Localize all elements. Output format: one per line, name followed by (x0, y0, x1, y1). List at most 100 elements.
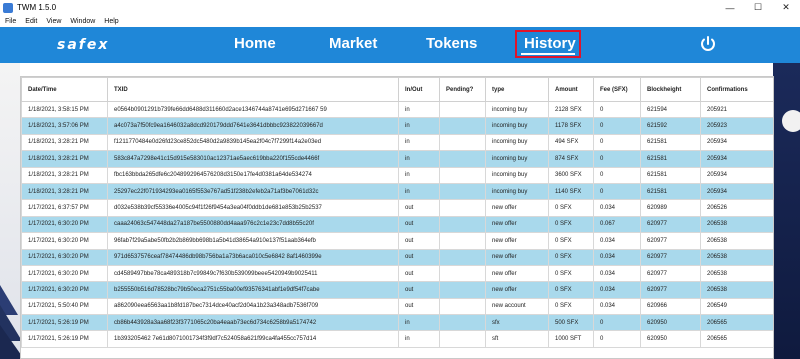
cell-blockheight: 621581 (640, 150, 701, 168)
table-row[interactable]: 1/18/2021, 3:58:15 PM e0564b0901291b739fe… (21, 100, 773, 119)
cell-pending (439, 281, 486, 299)
cell-blockheight: 621592 (640, 117, 701, 135)
cell-confirmations: 206565 (700, 314, 773, 332)
cell-date: 1/17/2021, 5:26:19 PM (21, 314, 108, 332)
cell-type: incoming buy (485, 117, 549, 135)
cell-txid: a862090eea6563aa1b8fd187bec7314dce40acf2… (107, 297, 399, 316)
header-amount[interactable]: Amount (548, 77, 594, 102)
menu-view[interactable]: View (46, 18, 61, 25)
header-date[interactable]: Date/Time (21, 77, 108, 102)
moon-decoration (782, 110, 800, 132)
cell-inout: in (398, 182, 440, 201)
cell-date: 1/17/2021, 6:30:20 PM (21, 215, 108, 234)
menu-file[interactable]: File (5, 18, 16, 25)
cell-date: 1/18/2021, 3:28:21 PM (21, 150, 108, 168)
cell-pending (439, 314, 486, 332)
table-row[interactable]: 1/18/2021, 3:28:21 PM f1211770484e0d26fd2… (21, 133, 773, 152)
maximize-button[interactable]: ☐ (744, 0, 772, 15)
cell-amount: 500 SFX (548, 314, 594, 332)
cell-inout: out (398, 199, 440, 217)
cell-pending (439, 117, 486, 135)
cell-fee: 0 (593, 182, 641, 201)
cell-inout: out (398, 297, 440, 316)
cell-inout: in (398, 117, 440, 135)
cell-inout: in (398, 150, 440, 168)
cell-confirmations: 205923 (700, 117, 773, 135)
cell-date: 1/17/2021, 5:50:40 PM (21, 297, 108, 316)
cell-fee: 0 (593, 117, 641, 135)
menu-window[interactable]: Window (70, 18, 95, 25)
header-fee[interactable]: Fee (SFX) (593, 77, 641, 102)
cell-fee: 0.067 (593, 215, 641, 234)
table-row[interactable]: 1/17/2021, 6:30:20 PM b255550b516d78528bc… (21, 281, 773, 299)
cell-fee: 0.034 (593, 264, 641, 283)
cell-pending (439, 150, 486, 168)
cell-pending (439, 182, 486, 201)
cell-date: 1/18/2021, 3:28:21 PM (21, 182, 108, 201)
table-row[interactable]: 1/17/2021, 6:30:20 PM 96fab7f29a5abe50fb2… (21, 232, 773, 250)
cell-date: 1/18/2021, 3:28:21 PM (21, 166, 108, 184)
cell-blockheight: 621581 (640, 166, 701, 184)
cell-txid: 1b393205462 7e61d8071001734f3f9df7c52405… (107, 330, 399, 348)
nav-tokens[interactable]: Tokens (426, 35, 477, 52)
cell-confirmations: 206549 (700, 297, 773, 316)
cell-blockheight: 621594 (640, 100, 701, 119)
cell-amount: 874 SFX (548, 150, 594, 168)
table-row[interactable]: 1/17/2021, 5:26:19 PM cb86b443928a3aa68f2… (21, 314, 773, 332)
header-pending[interactable]: Pending? (439, 77, 486, 102)
cell-confirmations: 205934 (700, 166, 773, 184)
cell-blockheight: 620966 (640, 297, 701, 316)
menu-bar: File Edit View Window Help (0, 15, 800, 27)
header-confirmations[interactable]: Confirmations (700, 77, 773, 102)
cell-pending (439, 166, 486, 184)
nav-history[interactable]: History (515, 30, 581, 58)
cell-blockheight: 620977 (640, 264, 701, 283)
menu-edit[interactable]: Edit (25, 18, 37, 25)
cell-amount: 1178 SFX (548, 117, 594, 135)
cell-txid: caaa24063c547448da27a187be5500880dd4aaa9… (107, 215, 399, 234)
cell-confirmations: 205934 (700, 182, 773, 201)
header-txid[interactable]: TXID (107, 77, 399, 102)
cell-txid: a4c073a7f50fc9ea1646032a8dcd920179ddd764… (107, 117, 399, 135)
table-row[interactable]: 1/18/2021, 3:28:21 PM 583c847a7298e41c15d… (21, 150, 773, 168)
cell-fee: 0.034 (593, 297, 641, 316)
header-type[interactable]: type (485, 77, 549, 102)
nav-home[interactable]: Home (234, 35, 276, 52)
nav-market[interactable]: Market (329, 35, 377, 52)
table-row[interactable]: 1/17/2021, 6:30:20 PM 971d6537576ceaf7847… (21, 248, 773, 266)
table-row[interactable]: 1/17/2021, 5:26:19 PM 1b393205462 7e61d80… (21, 330, 773, 348)
cell-fee: 0 (593, 330, 641, 348)
table-row[interactable]: 1/17/2021, 6:30:20 PM caaa24063c547448da2… (21, 215, 773, 234)
cell-blockheight: 620950 (640, 330, 701, 348)
cell-txid: fbc163bbda265dfe6c2048992964576208d3150e… (107, 166, 399, 184)
minimize-button[interactable]: — (716, 0, 744, 15)
window-controls: — ☐ ✕ (716, 0, 800, 15)
table-row[interactable]: 1/17/2021, 6:30:20 PM cd4589497bbe78ca489… (21, 264, 773, 283)
table-row[interactable]: 1/18/2021, 3:57:06 PM a4c073a7f50fc9ea164… (21, 117, 773, 135)
table-row[interactable]: 1/18/2021, 3:28:21 PM 25297ec22f071934293… (21, 182, 773, 201)
menu-help[interactable]: Help (104, 18, 118, 25)
right-background (773, 63, 800, 359)
cell-pending (439, 248, 486, 266)
cell-type: new offer (485, 199, 549, 217)
cell-txid: 25297ec22f071934293ea0165f553e767ad51f23… (107, 182, 399, 201)
header-blockheight[interactable]: Blockheight (640, 77, 701, 102)
cell-fee: 0 (593, 133, 641, 152)
cell-blockheight: 621581 (640, 133, 701, 152)
cell-txid: b255550b516d78528bc79b50eca2751c55ba00ef… (107, 281, 399, 299)
cell-txid: 583c847a7298e41c15d915e583010ac12371ae5a… (107, 150, 399, 168)
cell-type: new account (485, 297, 549, 316)
table-row[interactable]: 1/18/2021, 3:28:21 PM fbc163bbda265dfe6c2… (21, 166, 773, 184)
nav-history-label: History (524, 35, 576, 52)
table-row[interactable]: 1/17/2021, 5:50:40 PM a862090eea6563aa1b8… (21, 297, 773, 316)
header-inout[interactable]: In/Out (398, 77, 440, 102)
close-button[interactable]: ✕ (772, 0, 800, 15)
cell-inout: out (398, 264, 440, 283)
table-row[interactable]: 1/17/2021, 6:37:57 PM d032e538b39cf55336e… (21, 199, 773, 217)
cell-confirmations: 206526 (700, 199, 773, 217)
cell-confirmations: 206538 (700, 215, 773, 234)
cell-blockheight: 620977 (640, 248, 701, 266)
cell-blockheight: 620950 (640, 314, 701, 332)
active-underline (521, 53, 575, 55)
power-icon[interactable] (698, 34, 718, 54)
